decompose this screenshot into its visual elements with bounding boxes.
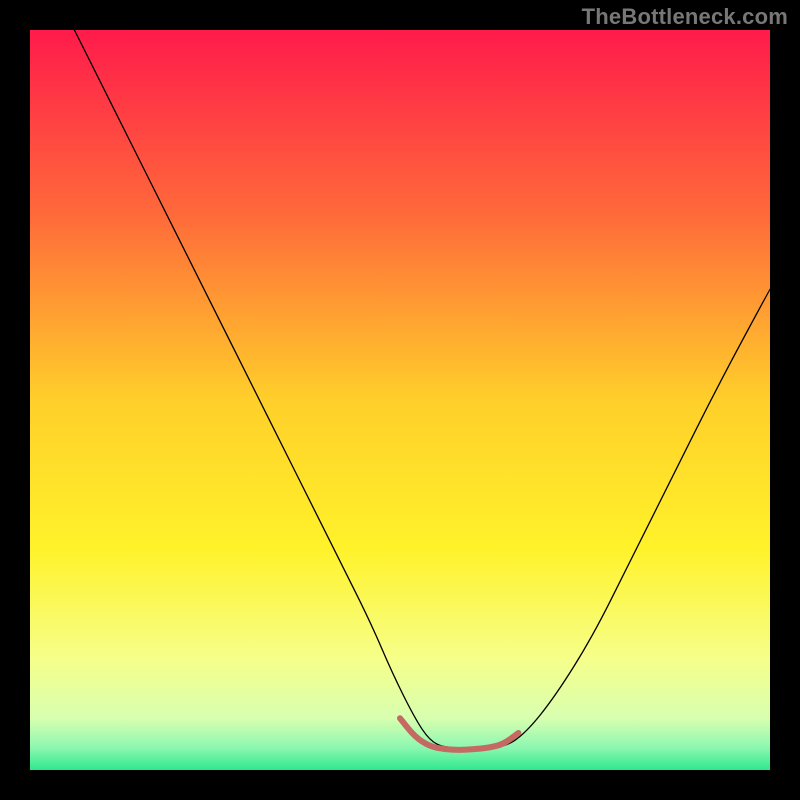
bottleneck-chart: [0, 0, 800, 800]
chart-frame: TheBottleneck.com: [0, 0, 800, 800]
watermark-text: TheBottleneck.com: [582, 4, 788, 30]
plot-background: [30, 30, 770, 770]
